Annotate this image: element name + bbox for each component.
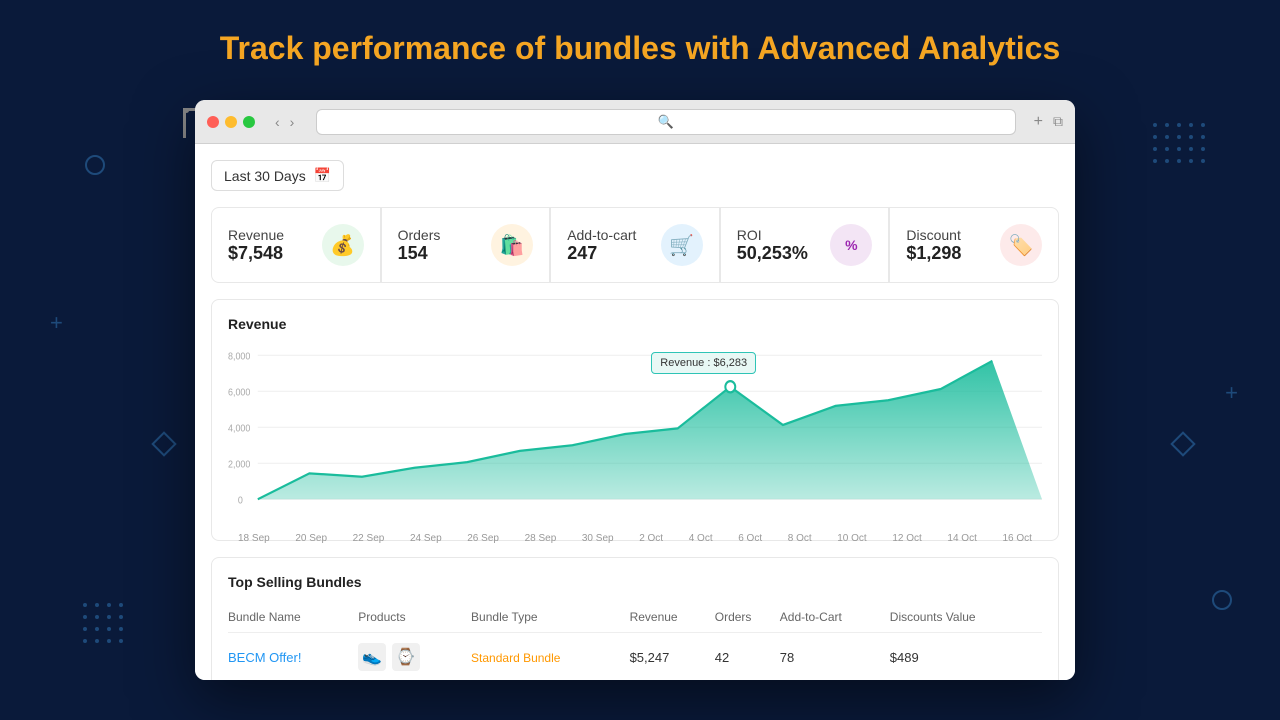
traffic-light-yellow[interactable] <box>225 116 237 128</box>
stat-value-roi: 50,253% <box>737 243 808 264</box>
browser-toolbar: ‹ › 🔍 + ⧉ <box>195 100 1075 144</box>
new-tab-icon[interactable]: + <box>1034 113 1043 131</box>
svg-text:4,000: 4,000 <box>228 423 250 435</box>
browser-actions: + ⧉ <box>1034 113 1063 131</box>
traffic-lights <box>207 116 255 128</box>
bundle-type-label: Standard Bundle <box>471 651 560 665</box>
col-bundle-type: Bundle Type <box>471 602 630 633</box>
traffic-light-green[interactable] <box>243 116 255 128</box>
col-discounts-value: Discounts Value <box>890 602 1042 633</box>
date-filter[interactable]: Last 30 Days 📅 <box>211 160 344 191</box>
plus-decoration-1: + <box>50 310 63 336</box>
date-filter-label: Last 30 Days <box>224 168 306 184</box>
browser-nav: ‹ › <box>271 112 298 132</box>
chart-tooltip-dot <box>725 381 735 392</box>
chart-container: Revenue : $6,283 8,000 6,000 4,000 2,000… <box>228 344 1042 524</box>
stat-icon-discount: 🏷️ <box>1000 224 1042 266</box>
stat-card-add-to-cart: Add-to-cart 247 🛒 <box>550 207 720 283</box>
stat-value-add-to-cart: 247 <box>567 243 636 264</box>
bundles-table-body: BECM Offer! 👟 ⌚ Standard Bundle $5,247 4… <box>228 633 1042 681</box>
stat-value-orders: 154 <box>398 243 441 264</box>
col-orders: Orders <box>715 602 780 633</box>
bundle-name-link[interactable]: BECM Offer! <box>228 650 301 665</box>
col-products: Products <box>358 602 471 633</box>
stats-row: Revenue $7,548 💰 Orders 154 🛍️ Add-to-ca… <box>211 207 1059 283</box>
nav-back-button[interactable]: ‹ <box>271 112 284 132</box>
bundles-table: Bundle Name Products Bundle Type Revenue… <box>228 602 1042 680</box>
chart-tooltip-text: Revenue : $6,283 <box>660 357 747 369</box>
dot-grid-1 <box>1150 120 1220 190</box>
diamond-decoration-2 <box>1170 431 1195 456</box>
stat-label-discount: Discount <box>906 227 961 243</box>
bundle-discounts-cell: $489 <box>890 633 1042 681</box>
stat-label-revenue: Revenue <box>228 227 284 243</box>
chart-x-labels: 18 Sep 20 Sep 22 Sep 24 Sep 26 Sep 28 Se… <box>228 533 1042 544</box>
bundles-title: Top Selling Bundles <box>228 574 1042 590</box>
table-row: BECM Offer! 👟 ⌚ Standard Bundle $5,247 4… <box>228 633 1042 681</box>
chart-section: Revenue Revenue : $6,283 8,000 6,000 <box>211 299 1059 541</box>
bundles-table-head: Bundle Name Products Bundle Type Revenue… <box>228 602 1042 633</box>
stat-info-discount: Discount $1,298 <box>906 227 961 264</box>
col-revenue: Revenue <box>630 602 715 633</box>
bundle-type-cell: Standard Bundle <box>471 633 630 681</box>
stat-card-discount: Discount $1,298 🏷️ <box>889 207 1059 283</box>
stat-label-orders: Orders <box>398 227 441 243</box>
product-icon-1: 👟 <box>358 643 386 671</box>
circle-decoration-1 <box>85 155 105 175</box>
circle-decoration-2 <box>1212 590 1232 610</box>
browser-url-bar[interactable]: 🔍 <box>316 109 1015 135</box>
chart-tooltip: Revenue : $6,283 <box>651 352 756 374</box>
calendar-icon: 📅 <box>314 167 331 184</box>
page-title: Track performance of bundles with Advanc… <box>0 0 1280 87</box>
stat-info-revenue: Revenue $7,548 <box>228 227 284 264</box>
diamond-decoration-1 <box>151 431 176 456</box>
traffic-light-red[interactable] <box>207 116 219 128</box>
stat-info-orders: Orders 154 <box>398 227 441 264</box>
chart-svg: 8,000 6,000 4,000 2,000 0 <box>228 344 1042 524</box>
bundle-add-to-cart-cell: 78 <box>780 633 890 681</box>
stat-icon-roi: % <box>830 224 872 266</box>
stat-info-roi: ROI 50,253% <box>737 227 808 264</box>
bundle-revenue-cell: $5,247 <box>630 633 715 681</box>
stat-icon-add-to-cart: 🛒 <box>661 224 703 266</box>
browser-window: ‹ › 🔍 + ⧉ Last 30 Days 📅 Revenue $7,548 … <box>195 100 1075 680</box>
nav-forward-button[interactable]: › <box>286 112 299 132</box>
bundles-header-row: Bundle Name Products Bundle Type Revenue… <box>228 602 1042 633</box>
stat-label-roi: ROI <box>737 227 808 243</box>
svg-text:8,000: 8,000 <box>228 351 250 363</box>
stat-card-roi: ROI 50,253% % <box>720 207 890 283</box>
stat-icon-revenue: 💰 <box>322 224 364 266</box>
stat-info-add-to-cart: Add-to-cart 247 <box>567 227 636 264</box>
plus-decoration-2: + <box>1225 380 1238 406</box>
window-icon[interactable]: ⧉ <box>1053 113 1063 131</box>
svg-text:2,000: 2,000 <box>228 459 250 471</box>
bundle-name-cell: BECM Offer! <box>228 633 358 681</box>
chart-area <box>258 361 1042 499</box>
stat-label-add-to-cart: Add-to-cart <box>567 227 636 243</box>
bundle-orders-cell: 42 <box>715 633 780 681</box>
stat-value-revenue: $7,548 <box>228 243 284 264</box>
product-icon-2: ⌚ <box>392 643 420 671</box>
col-bundle-name: Bundle Name <box>228 602 358 633</box>
col-add-to-cart: Add-to-Cart <box>780 602 890 633</box>
stat-icon-orders: 🛍️ <box>491 224 533 266</box>
browser-content: Last 30 Days 📅 Revenue $7,548 💰 Orders 1… <box>195 144 1075 680</box>
svg-text:6,000: 6,000 <box>228 387 250 399</box>
stat-card-orders: Orders 154 🛍️ <box>381 207 551 283</box>
dot-grid-2 <box>80 600 150 670</box>
chart-title: Revenue <box>228 316 1042 332</box>
stat-value-discount: $1,298 <box>906 243 961 264</box>
stat-card-revenue: Revenue $7,548 💰 <box>211 207 381 283</box>
svg-text:0: 0 <box>238 495 243 507</box>
bundles-section: Top Selling Bundles Bundle Name Products… <box>211 557 1059 680</box>
corner-dot <box>184 108 189 113</box>
bundle-products-cell: 👟 ⌚ <box>358 633 471 681</box>
